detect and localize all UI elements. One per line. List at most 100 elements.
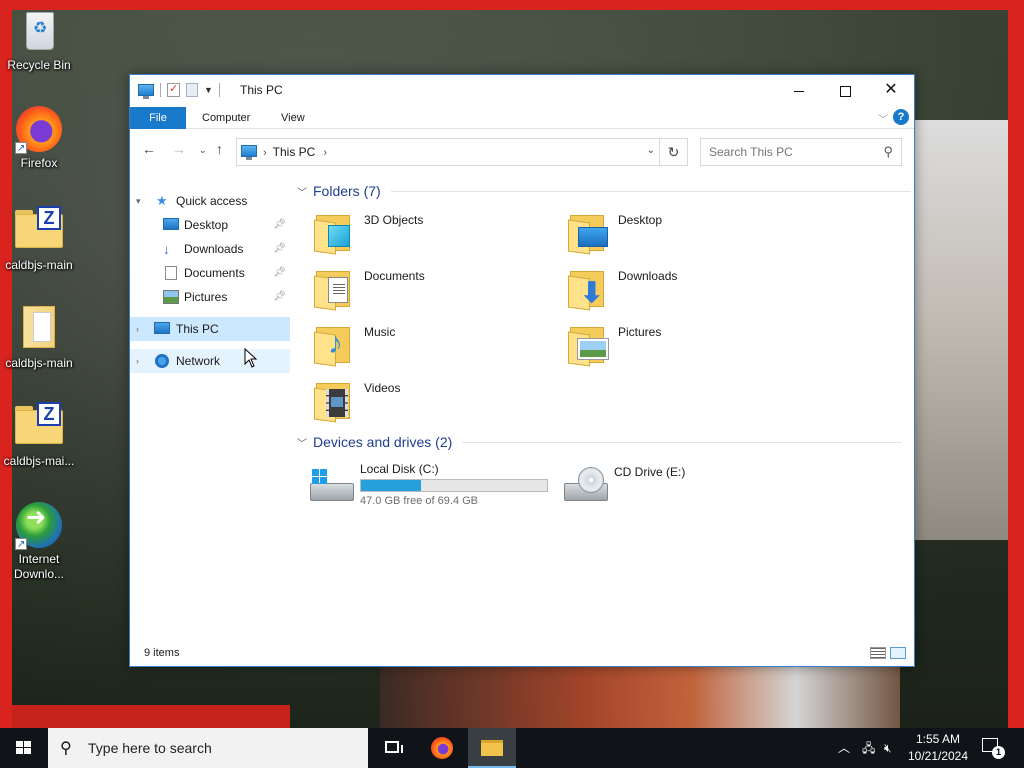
folder-tile-videos[interactable]: Videos: [304, 375, 554, 427]
help-icon[interactable]: ?: [893, 109, 909, 125]
taskbar-firefox[interactable]: [418, 728, 466, 768]
document-icon: [165, 266, 177, 280]
navigation-pane: ▾ ★ Quick access Desktop 📌︎ ↓ Downloads …: [130, 185, 290, 645]
picture-icon: [163, 290, 179, 304]
sidebar-item-label: Downloads: [184, 242, 244, 256]
internet-download-manager-icon: [15, 502, 63, 552]
desktop-icon-label: caldbjs-main: [5, 356, 73, 370]
sidebar-item-this-pc[interactable]: › This PC: [130, 317, 290, 341]
this-pc-icon: [154, 322, 170, 334]
firefox-icon: [15, 106, 63, 156]
expanded-chevron-icon[interactable]: ▾: [136, 189, 141, 213]
breadcrumb-this-pc[interactable]: This PC: [273, 145, 316, 159]
folder-tile-documents[interactable]: Documents: [304, 263, 554, 315]
recent-locations-chevron-icon[interactable]: ⌄: [199, 145, 207, 156]
folder-tile-3d-objects[interactable]: 3D Objects: [304, 207, 554, 259]
sidebar-item-downloads[interactable]: ↓ Downloads 📌︎: [130, 237, 290, 261]
desktop-icon-label: caldbjs-mai...: [3, 454, 75, 468]
title-bar[interactable]: ▼ This PC ✕: [130, 75, 914, 105]
desktop-icon-label: Internet Downlo...: [13, 552, 65, 581]
desktop-icon-caldbjs-zip-2[interactable]: Z caldbjs-mai...: [1, 400, 77, 469]
new-folder-icon[interactable]: [186, 83, 198, 97]
details-view-icon[interactable]: [870, 647, 886, 659]
minimize-button[interactable]: [776, 75, 822, 105]
task-view-button[interactable]: [368, 728, 416, 768]
taskbar-search-box[interactable]: ⚲ Type here to search: [48, 728, 368, 768]
folder-name: Pictures: [618, 325, 662, 339]
desktop-icon-internet-download-manager[interactable]: Internet Downlo...: [1, 502, 77, 582]
windows-logo-icon: [16, 741, 32, 755]
navigation-bar: ← → ⌄ ↑ › This PC › ⌄ ↻ ⚲: [130, 129, 914, 171]
collapsed-chevron-icon[interactable]: ›: [136, 349, 139, 373]
search-icon: ⚲: [60, 740, 72, 757]
search-box[interactable]: ⚲: [700, 138, 902, 166]
breadcrumb-chevron-icon[interactable]: ›: [263, 147, 267, 159]
address-dropdown-icon[interactable]: ⌄: [647, 145, 655, 156]
status-bar: 9 items: [130, 640, 914, 666]
sidebar-item-documents[interactable]: Documents 📌︎: [130, 261, 290, 285]
desktop-icon-recycle-bin[interactable]: Recycle Bin: [1, 8, 77, 73]
this-pc-icon: [138, 84, 154, 99]
breadcrumb-chevron-icon[interactable]: ›: [323, 147, 327, 159]
desktop-icon-caldbjs-folder[interactable]: caldbjs-main: [1, 304, 77, 371]
pin-icon: 📌︎: [273, 291, 286, 302]
zip-folder-icon: Z: [15, 402, 63, 452]
collapsed-chevron-icon[interactable]: ›: [136, 317, 139, 341]
sidebar-item-label: Desktop: [184, 218, 229, 232]
collapse-chevron-icon[interactable]: ﹀: [297, 435, 307, 450]
folder-tile-desktop[interactable]: Desktop: [558, 207, 808, 259]
sidebar-item-network[interactable]: › Network: [130, 349, 290, 373]
collapse-chevron-icon[interactable]: ﹀: [297, 184, 307, 199]
folder-tile-downloads[interactable]: ⬇ Downloads: [558, 263, 808, 315]
3d-objects-folder-icon: [314, 211, 354, 255]
drive-name: CD Drive (E:): [614, 465, 686, 479]
desktop-icon-caldbjs-zip[interactable]: Z caldbjs-main: [1, 204, 77, 273]
sidebar-item-pictures[interactable]: Pictures 📌︎: [130, 285, 290, 309]
drive-tile-local-disk-c[interactable]: Local Disk (C:) 47.0 GB free of 69.4 GB: [304, 459, 574, 511]
start-button[interactable]: [0, 728, 48, 768]
folder-tile-music[interactable]: ♪ Music: [304, 319, 554, 371]
show-hidden-icons-chevron-icon[interactable]: ︿: [838, 728, 850, 768]
desktop-icon-label: caldbjs-main: [5, 258, 73, 272]
close-button[interactable]: ✕: [868, 75, 914, 105]
action-center-button[interactable]: 1: [980, 736, 1005, 759]
maximize-button[interactable]: [822, 75, 868, 105]
back-arrow-icon[interactable]: ←: [142, 141, 156, 157]
properties-icon[interactable]: [167, 82, 180, 97]
volume-muted-icon[interactable]: 🔇︎: [884, 728, 892, 768]
drive-usage-bar: [360, 479, 548, 492]
folders-group-header[interactable]: ﹀ Folders (7): [297, 183, 911, 199]
folder-name: Downloads: [618, 269, 678, 283]
expand-ribbon-icon[interactable]: ﹀: [878, 111, 888, 126]
desktop-icon-firefox[interactable]: Firefox: [1, 106, 77, 171]
folder-tile-pictures[interactable]: Pictures: [558, 319, 808, 371]
drives-group-header[interactable]: ﹀ Devices and drives (2): [297, 434, 903, 450]
folder-name: Videos: [364, 381, 401, 395]
tab-computer[interactable]: Computer: [188, 107, 264, 129]
drive-tile-cd-drive-e[interactable]: CD Drive (E:): [558, 459, 808, 511]
breadcrumb[interactable]: › This PC ›: [263, 145, 327, 159]
firefox-icon: [431, 737, 453, 759]
search-input[interactable]: [701, 139, 871, 165]
drive-free-space: 47.0 GB free of 69.4 GB: [360, 495, 479, 507]
network-status-icon[interactable]: 🖧︎: [862, 728, 875, 768]
tab-view[interactable]: View: [267, 107, 319, 129]
taskbar-search-placeholder: Type here to search: [88, 740, 212, 756]
up-arrow-icon[interactable]: ↑: [216, 141, 223, 157]
system-clock[interactable]: 1:55 AM 10/21/2024: [905, 731, 971, 765]
sidebar-item-quick-access[interactable]: ▾ ★ Quick access: [130, 189, 290, 213]
forward-arrow-icon[interactable]: →: [172, 141, 186, 157]
sidebar-item-label: Quick access: [176, 194, 248, 208]
large-icons-view-icon[interactable]: [890, 647, 906, 659]
recycle-bin-icon: [15, 8, 63, 56]
file-explorer-window[interactable]: ▼ This PC ✕ File Computer View ﹀ ? ← → ⌄…: [129, 74, 915, 667]
refresh-icon[interactable]: ↻: [659, 139, 687, 165]
tab-file[interactable]: File: [130, 107, 186, 129]
folder-name: 3D Objects: [364, 213, 424, 227]
ribbon: File Computer View ﹀ ?: [130, 105, 914, 129]
sidebar-item-desktop[interactable]: Desktop 📌︎: [130, 213, 290, 237]
address-bar[interactable]: › This PC › ⌄ ↻: [236, 138, 688, 166]
customize-toolbar-dropdown-icon[interactable]: ▼: [204, 85, 213, 95]
item-count: 9 items: [144, 647, 180, 659]
taskbar-file-explorer[interactable]: [468, 728, 516, 768]
